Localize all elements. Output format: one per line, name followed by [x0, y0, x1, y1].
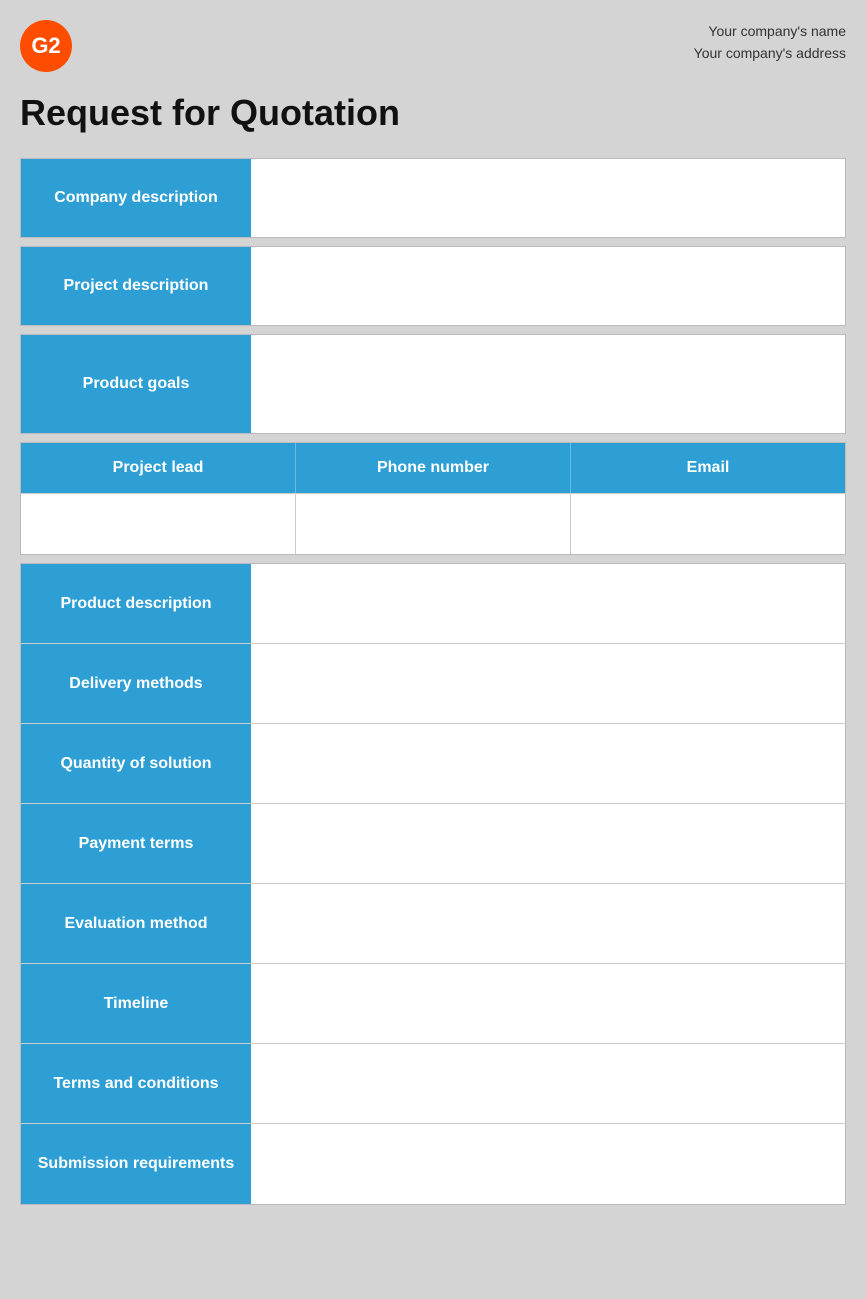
label-project-description: Project description — [21, 247, 251, 325]
section-product-description: Product description — [21, 564, 845, 644]
page-header: G2 Your company's name Your company's ad… — [20, 20, 846, 72]
section-project-description: Project description — [20, 246, 846, 326]
label-company-description: Company description — [21, 159, 251, 237]
value-product-description[interactable] — [251, 564, 845, 643]
label-submission-requirements: Submission requirements — [21, 1124, 251, 1204]
value-quantity-of-solution[interactable] — [251, 724, 845, 803]
section-timeline: Timeline — [21, 964, 845, 1044]
contact-header-row: Project lead Phone number Email — [21, 443, 845, 494]
contact-header-email: Email — [571, 443, 845, 493]
label-terms-and-conditions: Terms and conditions — [21, 1044, 251, 1123]
label-payment-terms: Payment terms — [21, 804, 251, 883]
contact-section: Project lead Phone number Email — [20, 442, 846, 555]
label-timeline: Timeline — [21, 964, 251, 1043]
section-evaluation-method: Evaluation method — [21, 884, 845, 964]
bottom-sections-group: Product description Delivery methods Qua… — [20, 563, 846, 1205]
section-submission-requirements: Submission requirements — [21, 1124, 845, 1204]
contact-header-project-lead: Project lead — [21, 443, 296, 493]
section-payment-terms: Payment terms — [21, 804, 845, 884]
section-quantity-of-solution: Quantity of solution — [21, 724, 845, 804]
page-title: Request for Quotation — [20, 92, 846, 134]
value-project-description[interactable] — [251, 247, 845, 325]
contact-data-row — [21, 494, 845, 554]
main-form-block: Product description Delivery methods Qua… — [20, 563, 846, 1205]
value-company-description[interactable] — [251, 159, 845, 237]
value-terms-and-conditions[interactable] — [251, 1044, 845, 1123]
section-company-description: Company description — [20, 158, 846, 238]
label-quantity-of-solution: Quantity of solution — [21, 724, 251, 803]
value-payment-terms[interactable] — [251, 804, 845, 883]
value-submission-requirements[interactable] — [251, 1124, 845, 1204]
contact-value-phone[interactable] — [296, 494, 571, 554]
label-delivery-methods: Delivery methods — [21, 644, 251, 723]
value-timeline[interactable] — [251, 964, 845, 1043]
section-delivery-methods: Delivery methods — [21, 644, 845, 724]
label-evaluation-method: Evaluation method — [21, 884, 251, 963]
value-delivery-methods[interactable] — [251, 644, 845, 723]
top-sections-group: Company description Project description … — [20, 158, 846, 434]
label-product-goals: Product goals — [21, 335, 251, 433]
company-info: Your company's name Your company's addre… — [694, 20, 846, 65]
section-product-goals: Product goals — [20, 334, 846, 434]
value-evaluation-method[interactable] — [251, 884, 845, 963]
contact-header-phone: Phone number — [296, 443, 571, 493]
company-address: Your company's address — [694, 42, 846, 64]
logo: G2 — [20, 20, 72, 72]
company-name: Your company's name — [694, 20, 846, 42]
value-product-goals[interactable] — [251, 335, 845, 433]
section-terms-and-conditions: Terms and conditions — [21, 1044, 845, 1124]
label-product-description: Product description — [21, 564, 251, 643]
contact-value-project-lead[interactable] — [21, 494, 296, 554]
contact-value-email[interactable] — [571, 494, 845, 554]
